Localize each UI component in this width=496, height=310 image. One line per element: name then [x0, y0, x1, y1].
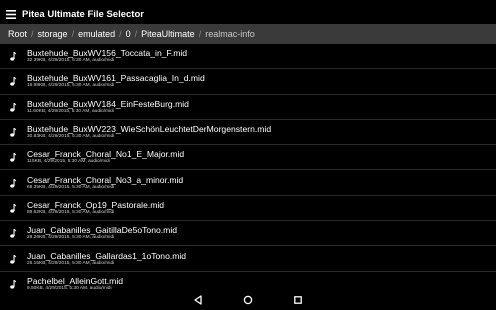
file-icon-container: [0, 76, 27, 87]
recents-button[interactable]: [273, 289, 323, 310]
file-text: Juan_Cabanilles_Gallardas1_1oTono.mid 25.…: [27, 251, 186, 267]
breadcrumb-item-piteaultimate[interactable]: PiteaUltimate: [139, 29, 197, 39]
breadcrumb-item-emulated[interactable]: emulated: [76, 29, 117, 39]
navigation-bar: [0, 289, 496, 310]
file-meta: 16.98KB, 4/29/2015, 5:30 AM, audio/midi: [27, 83, 115, 89]
file-icon-container: [0, 254, 27, 264]
file-row[interactable]: Cesar_Franck_Op19_Pastorale.mid 89.62KB, …: [0, 196, 496, 222]
file-meta: 25.15KB, 4/29/2015, 5:30 AM, audio/midi: [27, 260, 115, 266]
file-name: Juan_Cabanilles_Gallardas1_1oTono.mid: [27, 250, 187, 261]
file-row[interactable]: Cesar_Franck_Choral_No3_a_minor.mid 68.35…: [0, 170, 496, 196]
file-name: Buxtehude_BuxWV156_Toccata_in_F.mid: [27, 48, 188, 59]
music-note-icon: [10, 102, 17, 112]
file-row[interactable]: Buxtehude_BuxWV184_EinFesteBurg.mid 11.60…: [0, 95, 496, 120]
file-meta: 68.35KB, 4/29/2015, 5:30 AM, audio/midi: [27, 184, 115, 190]
file-meta: 30.83KB, 4/29/2015, 5:30 AM, audio/midi: [27, 134, 115, 140]
menu-icon: [6, 9, 16, 19]
file-text: Buxtehude_BuxWV156_Toccata_in_F.mid 32.39…: [27, 48, 187, 64]
file-meta: 89.62KB, 4/29/2015, 5:30 AM, audio/midi: [27, 209, 115, 215]
file-text: Cesar_Franck_Choral_No3_a_minor.mid 68.35…: [27, 175, 183, 191]
file-icon-container: [0, 279, 27, 289]
home-circle-icon: [243, 295, 253, 304]
file-text: Buxtehude_BuxWV161_Passacaglia_In_d.mid 1…: [27, 73, 205, 89]
music-note-icon: [10, 128, 17, 137]
file-meta: 11.60KB, 4/29/2015, 5:30 AM, audio/midi: [27, 108, 114, 114]
file-text: Cesar_Franck_Op19_Pastorale.mid 89.62KB, …: [27, 200, 164, 216]
music-note-icon: [10, 203, 17, 213]
file-list: Buxtehude_BuxWV156_Toccata_in_F.mid 32.39…: [0, 44, 496, 289]
file-meta: 28.26KB, 4/29/2015, 5:30 AM, audio/midi: [27, 235, 115, 241]
file-name: Buxtehude_BuxWV223_WieSchönLeuchtetDerMo…: [27, 124, 272, 135]
breadcrumb-item-storage[interactable]: storage: [36, 29, 70, 39]
menu-button[interactable]: [0, 4, 22, 24]
file-text: Juan_Cabanilles_GaitillaDe5oTono.mid 28.2…: [27, 225, 177, 241]
breadcrumb-item-current: realmac-info: [205, 29, 255, 39]
file-text: Buxtehude_BuxWV223_WieSchönLeuchtetDerMo…: [27, 124, 271, 140]
recents-square-icon: [294, 295, 302, 304]
file-icon-container: [0, 51, 27, 61]
file-text: Cesar_Franck_Choral_No1_E_Major.mid 115KB…: [27, 149, 184, 165]
title-bar: Pitea Ultimate File Selector: [0, 4, 496, 24]
breadcrumb: Root / storage / emulated / 0 / PiteaUlt…: [0, 24, 496, 44]
file-text: Buxtehude_BuxWV184_EinFesteBurg.mid 11.60…: [27, 99, 189, 115]
file-row[interactable]: Cesar_Franck_Choral_No1_E_Major.mid 115KB…: [0, 145, 496, 171]
file-icon-container: [0, 228, 27, 238]
file-name: Buxtehude_BuxWV184_EinFesteBurg.mid: [27, 98, 189, 109]
file-icon-container: [0, 152, 27, 162]
file-name: Cesar_Franck_Op19_Pastorale.mid: [27, 199, 165, 210]
home-button[interactable]: [223, 289, 273, 310]
back-button[interactable]: [173, 289, 223, 310]
file-row[interactable]: Juan_Cabanilles_GaitillaDe5oTono.mid 28.2…: [0, 221, 496, 247]
file-name: Cesar_Franck_Choral_No3_a_minor.mid: [27, 174, 184, 185]
file-name: Juan_Cabanilles_GaitillaDe5oTono.mid: [27, 225, 178, 236]
music-note-icon: [10, 254, 17, 264]
file-meta: 115KB, 4/29/2015, 5:30 AM, audio/midi: [27, 159, 110, 165]
app-title: Pitea Ultimate File Selector: [22, 8, 144, 20]
file-icon-container: [0, 178, 27, 188]
music-note-icon: [10, 52, 17, 61]
file-row[interactable]: Buxtehude_BuxWV161_Passacaglia_In_d.mid 1…: [0, 69, 496, 95]
music-note-icon: [10, 77, 17, 87]
file-icon-container: [0, 127, 27, 137]
file-name: Cesar_Franck_Choral_No1_E_Major.mid: [27, 149, 185, 160]
file-name: Pachelbel_AlleinGott.mid: [27, 275, 124, 286]
file-row[interactable]: Juan_Cabanilles_Gallardas1_1oTono.mid 25.…: [0, 246, 496, 272]
file-row[interactable]: Pachelbel_AlleinGott.mid 9.50KB, 4/29/201…: [0, 272, 496, 289]
file-row[interactable]: Buxtehude_BuxWV223_WieSchönLeuchtetDerMo…: [0, 120, 496, 146]
back-triangle-icon: [194, 294, 202, 305]
music-note-icon: [10, 229, 17, 238]
file-meta: 32.39KB, 4/29/2015, 5:30 AM, audio/midi: [27, 58, 115, 64]
breadcrumb-item-0[interactable]: 0: [124, 29, 133, 39]
file-text: Pachelbel_AlleinGott.mid 9.50KB, 4/29/201…: [27, 276, 123, 289]
breadcrumb-item-root[interactable]: Root: [6, 29, 29, 39]
file-icon-container: [0, 102, 27, 112]
music-note-icon: [10, 279, 17, 289]
file-name: Buxtehude_BuxWV161_Passacaglia_In_d.mid: [27, 73, 205, 84]
music-note-icon: [10, 153, 17, 162]
file-row[interactable]: Buxtehude_BuxWV156_Toccata_in_F.mid 32.39…: [0, 44, 496, 70]
music-note-icon: [10, 178, 17, 188]
file-icon-container: [0, 203, 27, 213]
